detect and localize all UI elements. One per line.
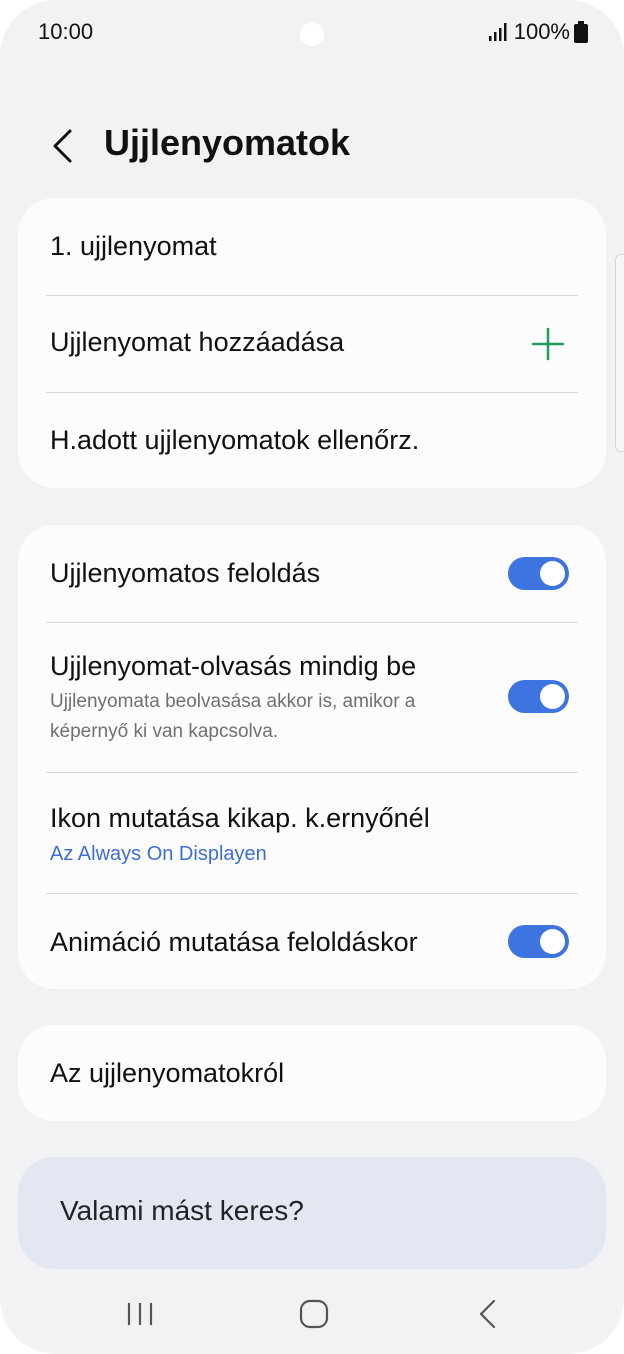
page-title: Ujjlenyomatok — [104, 122, 351, 163]
back-arrow-icon — [479, 1299, 496, 1329]
phone-screen: 10:00 100% Ujjlenyomatok 1. ujjlenyomat … — [0, 0, 624, 1354]
chevron-left-icon — [53, 129, 72, 163]
always-on-scan-item[interactable]: Ujjlenyomat-olvasás mindig be Ujjlenyoma… — [18, 623, 606, 773]
looking-for-something-else-label: Valami mást keres? — [60, 1195, 304, 1226]
camera-cutout — [300, 22, 324, 46]
show-icon-screen-off-label: Ikon mutatása kikap. k.ernyőnél — [50, 803, 430, 833]
navigation-bar — [0, 1280, 624, 1350]
show-icon-screen-off-item[interactable]: Ikon mutatása kikap. k.ernyőnél Az Alway… — [18, 773, 606, 893]
scrollbar[interactable] — [615, 254, 624, 452]
fingerprint-1-item[interactable]: 1. ujjlenyomat — [18, 198, 606, 296]
fingerprint-unlock-item[interactable]: Ujjlenyomatos feloldás — [18, 525, 606, 622]
toggle-knob — [540, 561, 565, 586]
unlock-animation-toggle[interactable] — [508, 925, 569, 958]
battery-percent: 100% — [513, 19, 570, 44]
always-on-scan-toggle[interactable] — [508, 680, 569, 713]
fingerprint-unlock-label: Ujjlenyomatos feloldás — [50, 558, 321, 588]
check-fingerprints-label: H.adott ujjlenyomatok ellenőrz. — [50, 425, 420, 455]
about-fingerprints-item[interactable]: Az ujjlenyomatokról — [18, 1025, 606, 1121]
unlock-animation-label: Animáció mutatása feloldáskor — [50, 927, 418, 957]
page-header: Ujjlenyomatok — [0, 110, 624, 180]
toggle-knob — [540, 929, 565, 954]
add-fingerprint-label: Ujjlenyomat hozzáadása — [50, 327, 345, 357]
always-on-scan-label: Ujjlenyomat-olvasás mindig be — [50, 651, 417, 681]
recent-apps-button[interactable] — [118, 1294, 162, 1334]
about-fingerprints-label: Az ujjlenyomatokról — [50, 1058, 285, 1088]
status-bar: 10:00 100% — [0, 0, 624, 64]
settings-card: Ujjlenyomatos feloldás Ujjlenyomat-olvas… — [18, 525, 606, 989]
show-icon-screen-off-sub: Az Always On Displayen — [50, 843, 267, 865]
add-fingerprint-item[interactable]: Ujjlenyomat hozzáadása — [18, 296, 606, 392]
fingerprints-card: 1. ujjlenyomat Ujjlenyomat hozzáadása H.… — [18, 198, 606, 488]
unlock-animation-item[interactable]: Animáció mutatása feloldáskor — [18, 894, 606, 989]
signal-icon — [488, 22, 510, 42]
toggle-knob — [540, 684, 565, 709]
always-on-scan-description: Ujjlenyomata beolvasása akkor is, amikor… — [50, 691, 416, 742]
home-icon — [299, 1299, 329, 1329]
nav-back-button[interactable] — [466, 1294, 510, 1334]
looking-for-something-else-card[interactable]: Valami mást keres? — [18, 1157, 606, 1269]
fingerprint-1-label: 1. ujjlenyomat — [50, 231, 217, 261]
status-time: 10:00 — [38, 19, 94, 44]
fingerprint-unlock-toggle[interactable] — [508, 557, 569, 590]
recent-apps-icon — [127, 1303, 153, 1325]
battery-icon — [574, 21, 588, 43]
back-button[interactable] — [40, 124, 84, 168]
status-indicators: 100% — [488, 19, 588, 45]
home-button[interactable] — [292, 1294, 336, 1334]
check-fingerprints-item[interactable]: H.adott ujjlenyomatok ellenőrz. — [18, 393, 606, 488]
plus-icon — [531, 327, 565, 361]
about-card: Az ujjlenyomatokról — [18, 1025, 606, 1121]
